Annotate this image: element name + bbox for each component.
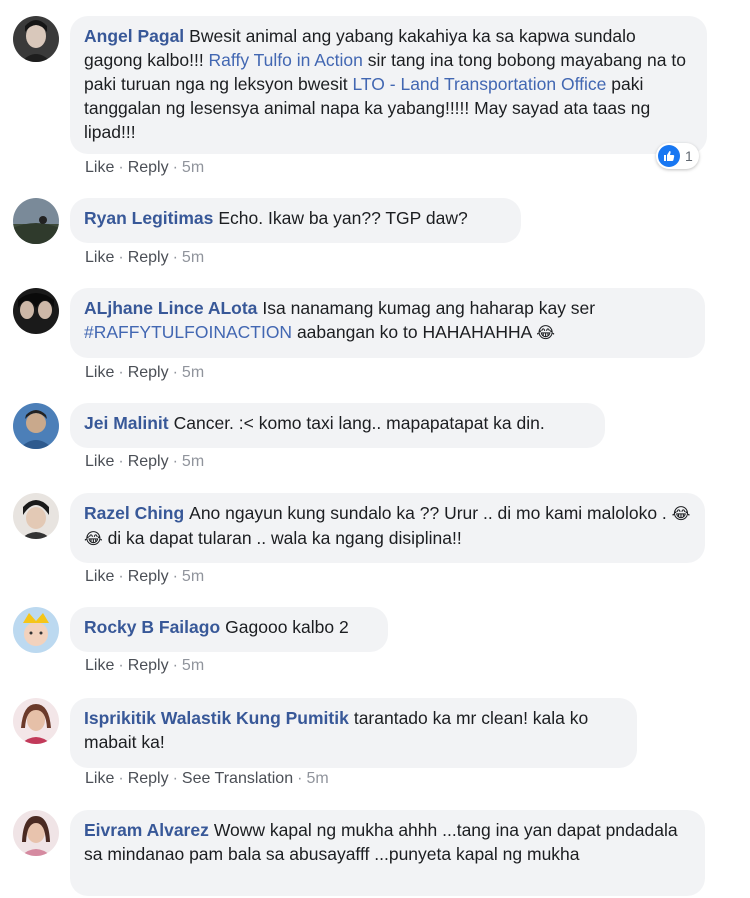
laughing-emoji-icon: 😂 [84,529,103,548]
timestamp[interactable]: 5m [182,657,204,674]
timestamp[interactable]: 5m [182,249,204,266]
hashtag-link[interactable]: #RAFFYTULFOINACTION [84,322,292,342]
like-link[interactable]: Like [85,453,114,470]
comment-actions: Like · Reply · 5m [85,159,205,176]
like-link[interactable]: Like [85,249,114,266]
like-link[interactable]: Like [85,568,114,585]
comment-author[interactable]: Isprikitik Walastik Kung Pumitik [84,708,349,728]
timestamp[interactable]: 5m [306,770,328,787]
timestamp[interactable]: 5m [182,568,204,585]
comment-text: Ano ngayun kung sundalo ka ?? Urur .. di… [189,503,672,523]
reply-link[interactable]: Reply [128,249,169,266]
laughing-emoji-icon: 😂 [671,504,691,523]
reply-link[interactable]: Reply [128,657,169,674]
comment-author[interactable]: Rocky B Failago [84,617,220,637]
comment-actions: Like · Reply · 5m [85,453,205,470]
timestamp[interactable]: 5m [182,364,204,381]
comment-text: di ka dapat tularan .. wala ka ngang dis… [102,528,462,548]
comment-bubble: Jei Malinit Cancer. :< komo taxi lang.. m… [70,403,605,448]
avatar[interactable] [13,607,59,653]
avatar[interactable] [13,288,59,334]
comment-bubble: Isprikitik Walastik Kung Pumitik tarantad… [70,698,637,768]
like-link[interactable]: Like [85,159,114,176]
comment-actions: Like · Reply · 5m [85,364,205,381]
comment-author[interactable]: Jei Malinit [84,413,169,433]
comment-text: Isa nanamang kumag ang haharap kay ser [262,298,596,318]
comment-bubble: Rocky B Failago Gagooo kalbo 2 [70,607,388,652]
reply-link[interactable]: Reply [128,364,169,381]
avatar[interactable] [13,810,59,856]
comment-bubble: ALjhane Lince ALota Isa nanamang kumag an… [70,288,705,358]
comment-actions: Like · Reply · 5m [85,249,205,266]
reply-link[interactable]: Reply [128,159,169,176]
reaction-count-text: 1 [685,148,693,164]
comment-bubble: Ryan Legitimas Echo. Ikaw ba yan?? TGP da… [70,198,521,243]
comment-text: Echo. Ikaw ba yan?? TGP daw? [218,208,468,228]
comment-actions: Like · Reply · 5m [85,657,205,674]
comment-author[interactable]: ALjhane Lince ALota [84,298,257,318]
timestamp[interactable]: 5m [182,453,204,470]
avatar[interactable] [13,493,59,539]
avatar[interactable] [13,16,59,62]
like-reaction-icon [658,145,680,167]
comment-actions: Like · Reply · 5m [85,568,205,585]
like-link[interactable]: Like [85,364,114,381]
reply-link[interactable]: Reply [128,770,169,787]
like-link[interactable]: Like [85,770,114,787]
comment-actions: Like · Reply · See Translation · 5m [85,770,329,787]
avatar[interactable] [13,403,59,449]
comment-text: Gagooo kalbo 2 [225,617,349,637]
comment-author[interactable]: Razel Ching [84,503,184,523]
comment-bubble: Razel Ching Ano ngayun kung sundalo ka ??… [70,493,705,563]
comment-text: Cancer. :< komo taxi lang.. mapapatapat … [173,413,545,433]
comment-bubble: Eivram Alvarez Woww kapal ng mukha ahhh .… [70,810,705,896]
reply-link[interactable]: Reply [128,568,169,585]
comment-author[interactable]: Eivram Alvarez [84,820,209,840]
laughing-emoji-icon: 😂 [536,323,555,342]
comment-author[interactable]: Angel Pagal [84,26,184,46]
see-translation-link[interactable]: See Translation [182,770,293,787]
reaction-count[interactable]: 1 [656,143,699,169]
avatar[interactable] [13,698,59,744]
like-link[interactable]: Like [85,657,114,674]
comment-author[interactable]: Ryan Legitimas [84,208,213,228]
avatar[interactable] [13,198,59,244]
mention-link[interactable]: LTO - Land Transportation Office [353,74,607,94]
comment-bubble: Angel Pagal Bwesit animal ang yabang kaka… [70,16,707,154]
timestamp[interactable]: 5m [182,159,204,176]
comment-text: aabangan ko to HAHAHAHHA [292,322,537,342]
mention-link[interactable]: Raffy Tulfo in Action [209,50,363,70]
reply-link[interactable]: Reply [128,453,169,470]
